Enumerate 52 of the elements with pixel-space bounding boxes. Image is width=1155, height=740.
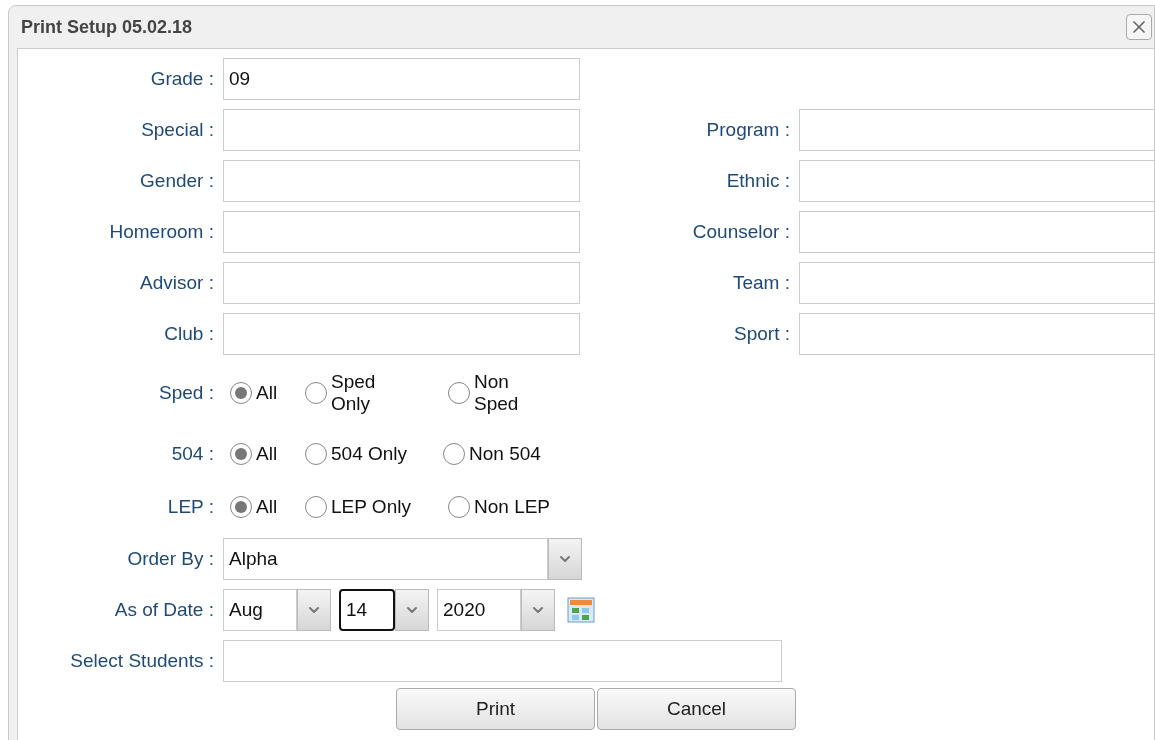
- radio-button[interactable]: [230, 495, 252, 518]
- option-label: LEP Only: [331, 495, 411, 518]
- calendar-icon[interactable]: [567, 596, 595, 623]
- input-field[interactable]: [223, 261, 580, 304]
- field-label: Special :: [140, 118, 215, 141]
- option-label: Non Sped: [474, 371, 520, 415]
- print-button[interactable]: Print: [396, 688, 595, 730]
- radio-button[interactable]: [443, 442, 465, 465]
- radio-button[interactable]: [305, 495, 327, 518]
- option-label: All: [256, 442, 278, 465]
- radio-button[interactable]: [305, 442, 327, 465]
- field-label: Counselor :: [691, 220, 791, 243]
- window-title: Print Setup 05.02.18: [21, 16, 193, 38]
- input-field[interactable]: [799, 261, 1155, 304]
- field-label: Club :: [163, 322, 215, 345]
- field-label: Select Students :: [69, 649, 215, 672]
- input-field[interactable]: [223, 108, 580, 151]
- field-label: Sped :: [158, 382, 215, 404]
- radio-button[interactable]: [448, 382, 470, 404]
- option-label: Sped Only: [331, 371, 377, 415]
- close-button[interactable]: [1126, 14, 1152, 40]
- field-label: Gender :: [139, 169, 215, 192]
- field-label: Grade :: [149, 67, 215, 90]
- field-label: As of Date :: [113, 598, 215, 621]
- radio-button[interactable]: [230, 382, 252, 404]
- field-label: Ethnic :: [725, 169, 791, 192]
- input-field[interactable]: [799, 312, 1155, 355]
- field-label: Homeroom :: [108, 220, 215, 243]
- cancel-button[interactable]: Cancel: [597, 688, 796, 730]
- field-label: Program :: [705, 118, 791, 141]
- option-label: Non 504: [469, 442, 541, 465]
- input-field[interactable]: [799, 210, 1155, 253]
- option-label: Non LEP: [474, 495, 551, 518]
- radio-button[interactable]: [448, 495, 470, 518]
- input-field[interactable]: [223, 312, 580, 355]
- option-label: All: [256, 495, 278, 518]
- field-label: Advisor :: [139, 271, 215, 294]
- input-field[interactable]: [223, 639, 782, 682]
- field-label: Order By :: [126, 547, 215, 570]
- field-label: Sport :: [733, 322, 791, 345]
- field-label: 504 :: [170, 442, 215, 465]
- input-field[interactable]: 09: [223, 57, 580, 100]
- input-field[interactable]: [799, 159, 1155, 202]
- option-label: All: [256, 382, 278, 404]
- radio-button[interactable]: [230, 442, 252, 465]
- input-field[interactable]: [799, 108, 1155, 151]
- field-label: Team :: [731, 271, 791, 294]
- field-label: LEP :: [166, 495, 215, 518]
- option-label: 504 Only: [331, 442, 408, 465]
- radio-button[interactable]: [305, 382, 327, 404]
- input-field[interactable]: [223, 210, 580, 253]
- input-field[interactable]: [223, 159, 580, 202]
